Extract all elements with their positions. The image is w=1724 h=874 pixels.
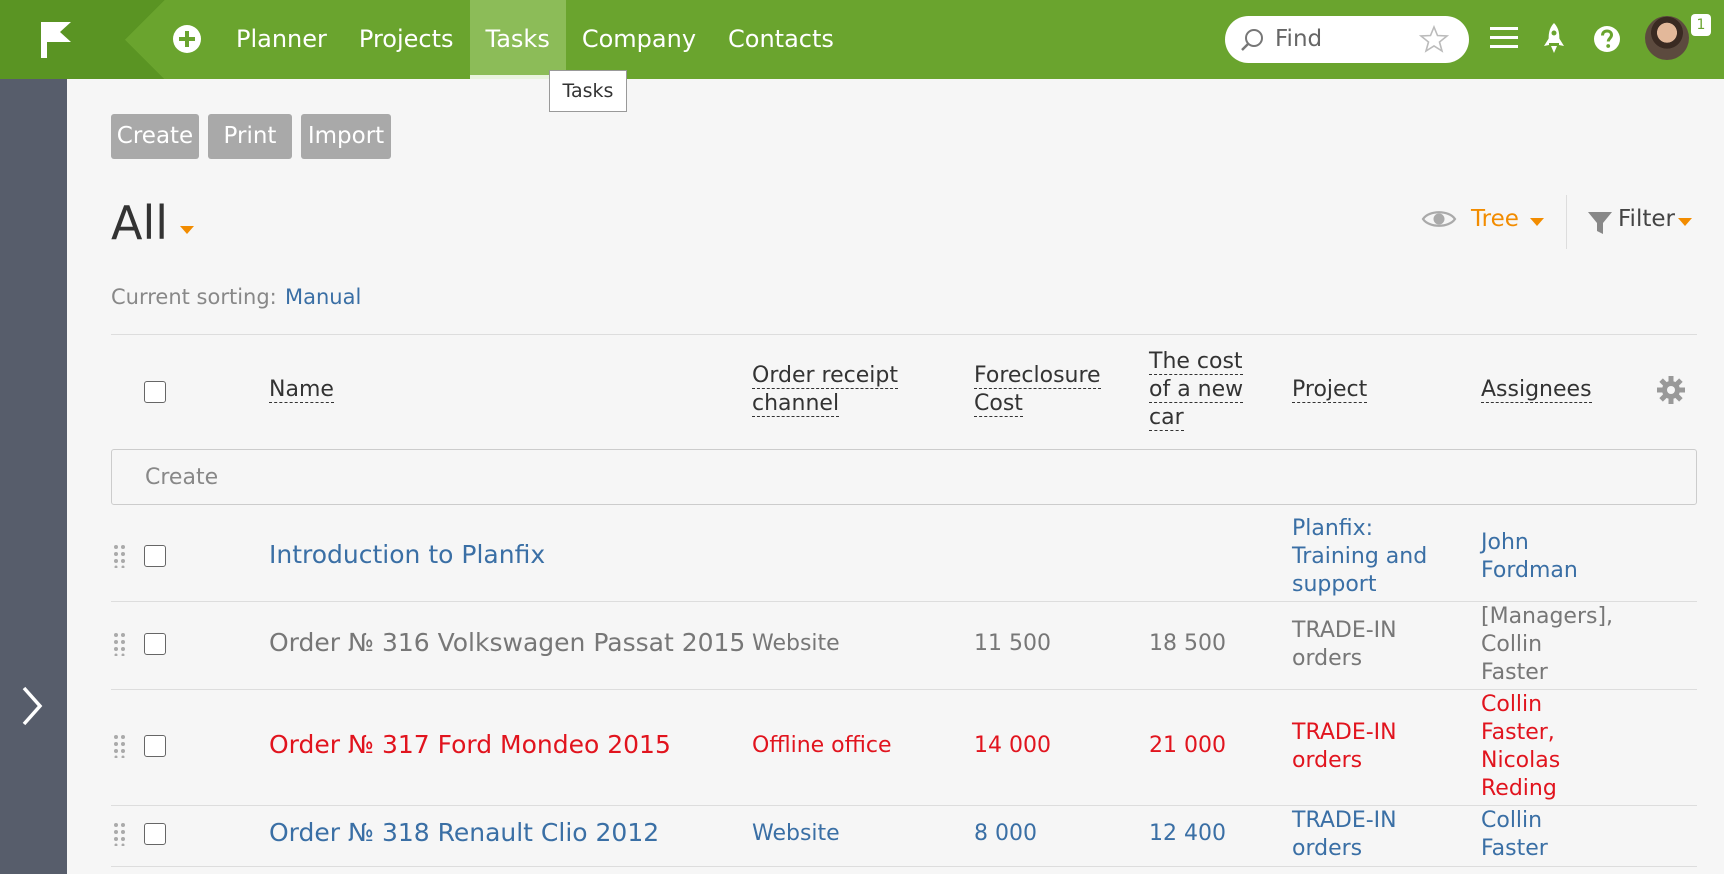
task-name-link[interactable]: Order № 317 Ford Mondeo 2015 <box>269 731 671 759</box>
header-divider <box>111 334 1697 335</box>
task-foreclosure-cost: 8 000 <box>974 821 1037 846</box>
nav-projects[interactable]: Projects <box>343 0 470 79</box>
task-project-link[interactable]: TRADE-IN orders <box>1292 807 1397 863</box>
task-foreclosure-cost: 11 500 <box>974 631 1051 656</box>
help-icon[interactable] <box>1593 25 1621 53</box>
view-mode-dropdown[interactable]: Tree <box>1471 206 1519 232</box>
chevron-right-icon[interactable] <box>18 684 46 728</box>
task-assignees[interactable]: Collin Faster, Nicolas Reding <box>1481 691 1560 803</box>
rocket-icon[interactable] <box>1544 22 1564 54</box>
import-button[interactable]: Import <box>301 114 391 159</box>
filter-caret-icon[interactable] <box>1678 218 1692 226</box>
eye-icon[interactable] <box>1421 207 1457 231</box>
task-project-link[interactable]: TRADE-IN orders <box>1292 719 1397 775</box>
star-icon[interactable] <box>1419 25 1449 53</box>
nav-tasks[interactable]: Tasks <box>469 0 567 79</box>
select-all-checkbox[interactable] <box>144 381 166 403</box>
task-newcar-cost: 18 500 <box>1149 631 1226 656</box>
row-divider <box>111 866 1697 867</box>
search-icon <box>1241 29 1263 51</box>
row-checkbox[interactable] <box>144 545 166 567</box>
col-channel-header[interactable]: Order receipt channel <box>752 362 898 418</box>
task-project-link[interactable]: Planfix: Training and support <box>1292 515 1427 599</box>
add-plus-icon[interactable] <box>172 24 202 54</box>
top-bar: Planner Projects Tasks Company Contacts … <box>0 0 1724 79</box>
search-box <box>1225 16 1469 63</box>
drag-handle-icon[interactable] <box>113 822 127 846</box>
nav-planner[interactable]: Planner <box>220 0 343 79</box>
col-assignees-header[interactable]: Assignees <box>1481 376 1592 404</box>
row-checkbox[interactable] <box>144 633 166 655</box>
quick-create-row <box>111 449 1697 505</box>
task-newcar-cost: 12 400 <box>1149 821 1226 846</box>
task-newcar-cost: 21 000 <box>1149 733 1226 758</box>
task-channel: Website <box>752 631 840 656</box>
print-button[interactable]: Print <box>208 114 292 159</box>
col-project-header[interactable]: Project <box>1292 376 1368 404</box>
task-project-link[interactable]: TRADE-IN orders <box>1292 617 1397 673</box>
view-title-caret-icon[interactable] <box>180 226 194 234</box>
col-foreclosure-header[interactable]: Foreclosure Cost <box>974 362 1101 418</box>
planfix-logo-icon <box>41 22 71 58</box>
view-mode-caret-icon[interactable] <box>1530 218 1544 226</box>
row-checkbox[interactable] <box>144 735 166 757</box>
create-button[interactable]: Create <box>111 114 199 159</box>
task-assignees[interactable]: [Managers], Collin Faster <box>1481 603 1613 687</box>
task-name-link[interactable]: Order № 316 Volkswagen Passat 2015 <box>269 629 745 657</box>
task-foreclosure-cost: 14 000 <box>974 733 1051 758</box>
row-divider <box>111 805 1697 806</box>
task-name-link[interactable]: Introduction to Planfix <box>269 541 545 569</box>
sidebar <box>0 79 67 874</box>
task-assignees[interactable]: Collin Faster <box>1481 807 1548 863</box>
drag-handle-icon[interactable] <box>113 544 127 568</box>
logo-notch <box>125 0 165 79</box>
row-divider <box>111 689 1697 690</box>
sorting-label: Current sorting: <box>111 285 277 309</box>
row-checkbox[interactable] <box>144 823 166 845</box>
filter-icon[interactable] <box>1587 210 1613 236</box>
drag-handle-icon[interactable] <box>113 734 127 758</box>
nav-company[interactable]: Company <box>566 0 712 79</box>
menu-icon[interactable] <box>1490 26 1518 50</box>
task-name-link[interactable]: Order № 318 Renault Clio 2012 <box>269 819 659 847</box>
search-input[interactable] <box>1275 24 1415 54</box>
task-assignees[interactable]: John Fordman <box>1481 529 1578 585</box>
settings-gear-icon[interactable] <box>1656 375 1686 405</box>
nav-tooltip: Tasks <box>549 70 627 112</box>
nav-contacts[interactable]: Contacts <box>712 0 850 79</box>
col-name-header[interactable]: Name <box>269 376 334 404</box>
avatar[interactable] <box>1645 16 1689 60</box>
main-nav: Planner Projects Tasks Company Contacts <box>220 0 850 79</box>
row-divider <box>111 601 1697 602</box>
view-title[interactable]: All <box>111 196 168 250</box>
col-newcar-header[interactable]: The cost of a new car <box>1149 348 1244 432</box>
sorting-value-link[interactable]: Manual <box>285 285 361 309</box>
logo-area[interactable] <box>0 0 125 79</box>
filter-dropdown[interactable]: Filter <box>1618 206 1675 232</box>
toolbar-divider <box>1566 195 1567 249</box>
drag-handle-icon[interactable] <box>113 632 127 656</box>
task-channel: Offline office <box>752 733 892 758</box>
notification-badge[interactable]: 1 <box>1691 14 1711 36</box>
quick-create-input[interactable] <box>145 462 745 492</box>
task-channel: Website <box>752 821 840 846</box>
